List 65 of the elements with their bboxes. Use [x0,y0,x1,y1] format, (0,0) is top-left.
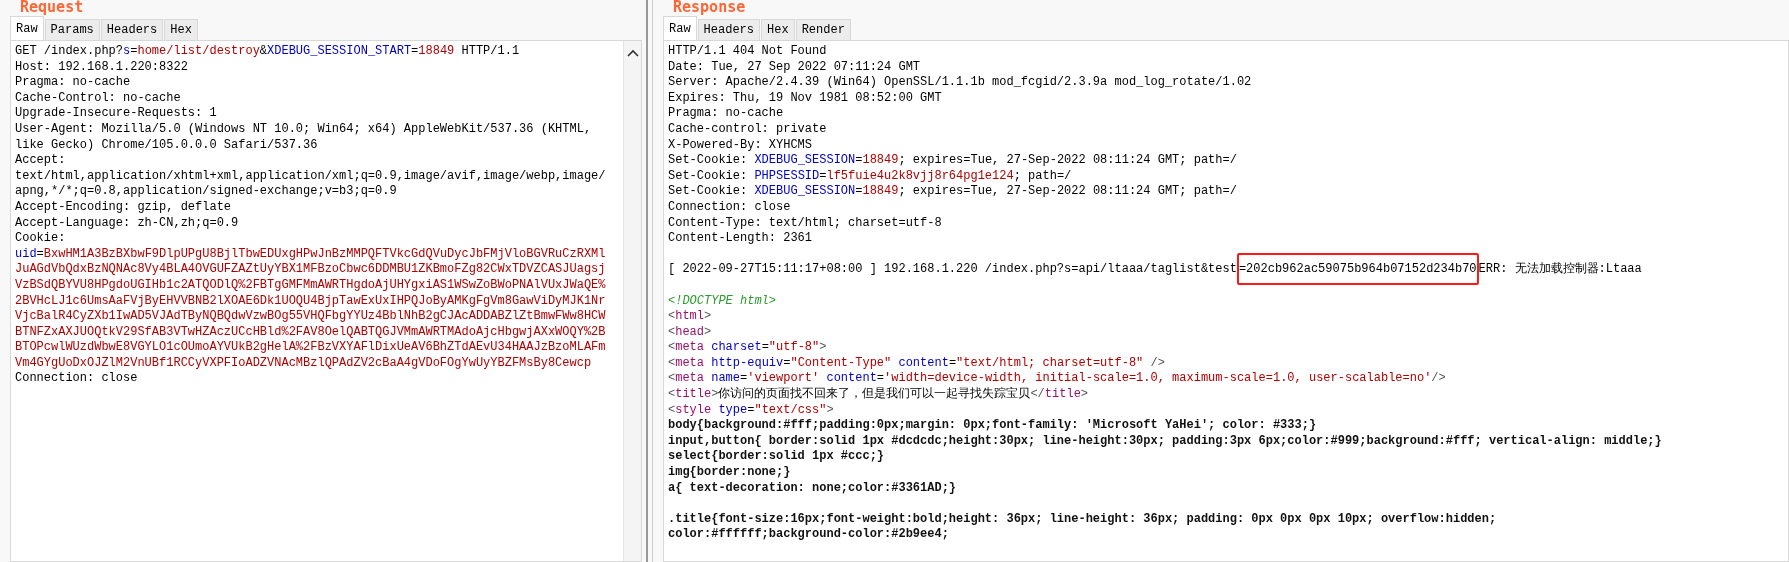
code-line: body{background:#fff;padding:0px;margin: 0px;font-family: 'Microsoft YaHei'; color: #333;} [668,418,1318,434]
code-line: <!DOCTYPE html> [668,293,778,310]
code-line: <style type="text/css"> [668,402,835,419]
scroll-up-icon[interactable] [626,49,639,57]
code-line: 2BVHcLJ1c6UmsAaFVjByEHVVBNB2lXOAE6Dk1UOQU4BjpTawExUxIHPQJoByAMKgFgVm8GawViDyMJK1Nr [15,293,607,310]
code-line: Accept-Encoding: gzip, deflate [15,199,233,216]
tab[interactable]: Raw [10,16,44,40]
code-line: Set-Cookie: XDEBUG_SESSION=18849; expires=Tue, 27-Sep-2022 08:11:24 GMT; path=/ [668,184,1238,200]
code-line: text/html,application/xhtml+xml,application/xml;q=0.9,image/avif,image/webp,image/ [15,168,607,185]
scrollbar[interactable] [623,41,641,561]
code-line: Date: Tue, 27 Sep 2022 07:11:24 GMT [668,59,922,76]
code-line: <title>你访问的页面找不回来了，但是我们可以一起寻找失踪宝贝</title> [668,387,1090,403]
code-line: like Gecko) Chrome/105.0.0.0 Safari/537.36 [15,137,319,154]
pane-title: Request [19,0,84,14]
code-line: <meta charset="utf-8"> [668,340,828,356]
code-text: ERR: 无法加载控制器:Ltaaa [1478,262,1642,277]
tab[interactable]: Raw [663,16,697,40]
code-line: VzBSdQBYVU8HPgdoUGIHb1c2ATQODlQ%2FBTgGMFMmAWRTHgdoAjUHYgxiAS1WSwZoBWoPNAlVUxJWaQE% [15,277,607,294]
code-line: Cache-control: private [668,121,828,138]
code-line: color:#ffffff;background-color:#2b9ee4; [668,527,950,543]
highlight-box: =202cb962ac59075b964b07152d234b70 [1236,253,1479,286]
code-line: X-Powered-By: XYHCMS [668,137,814,154]
code-line: Cache-Control: no-cache [15,90,182,107]
code-line: Set-Cookie: PHPSESSID=lf5fuie4u2k8vjj8r64pg1e124; path=/ [668,168,1073,185]
code-line: a{ text-decoration: none;color:#3361AD;} [668,480,958,497]
code-line: Connection: close [668,199,792,216]
tab[interactable]: Headers [100,19,164,40]
code-line: uid=BxwHM1A3BzBXbwF9DlpUPgU8BjlTbwEDUxgHPwJnBzMMPQFTVkcGdQVuDycJbFMjVloBGVRuCzRXMl [15,246,607,263]
code-line: Vm4GYgUoDxOJZlM2VnUBf1RCCyVXPFIoADZVNAcMBzlQPAdZV2cBaA4gVDoFOgYwUyYBZFMsBy8Cewcp [15,355,593,372]
code-line: BTOPcwlWUzdWbwE8VGYLO1cOUmoAYVUkB2gHelA%2FBzVXYAFlDixUeAV6BhZTdAEvU34HAAJzBzoMLAFm [15,340,607,356]
code-line: Connection: close [15,371,139,388]
code-line: <meta name='viewport' content='width=device-width, initial-scale=1.0, maximum-scale=1.0, user-scalable=no'/> [668,371,1447,387]
code-line: Set-Cookie: XDEBUG_SESSION=18849; expires=Tue, 27-Sep-2022 08:11:24 GMT; path=/ [668,153,1238,169]
code-line: JuAGdVbQdxBzNQNAc8Vy4BLA4OVGUFZAZtUyYBX1MFBzoCbwc6DDMBU1ZKBmoFZg82CWxTDVZCASJUagsj [15,262,607,278]
tab[interactable]: Hex [761,19,795,40]
tab[interactable]: Params [44,19,100,40]
tab[interactable]: Headers [697,19,761,40]
code-line: GET /index.php?s=home/list/destroy&XDEBUG_SESSION_START=18849 HTTP/1.1 [15,44,521,60]
tab[interactable]: Hex [164,19,198,40]
code-line: Accept: [15,153,67,169]
code-line: <meta http-equiv="Content-Type" content="text/html; charset=utf-8" /> [668,355,1166,372]
code-line: VjcBalR4CyZXb1IwAD5VJAdTByNQBQdwVzwBOg55VHQFbgYYUz4BblNhB2gCJAcADDABZlZtBmwFWw8HCW [15,309,607,325]
code-line: Cookie: [15,231,67,247]
code-line: img{border:none;} [668,465,792,481]
code-line: User-Agent: Mozilla/5.0 (Windows NT 10.0; Win64; x64) AppleWebKit/537.36 (KHTML, [15,121,593,138]
code-line: Expires: Thu, 19 Nov 1981 08:52:00 GMT [668,90,943,107]
code-line: .title{font-size:16px;font-weight:bold;height: 36px; line-height: 36px; padding: 0px 0px 0px 10px; overflow:hidden; [668,511,1498,528]
code-line: Server: Apache/2.4.39 (Win64) OpenSSL/1.1.1b mod_fcgid/2.3.9a mod_log_rotate/1.02 [668,75,1253,91]
pane-title: Response [672,0,746,14]
code-line: input,button{ border:solid 1px #dcdcdc;height:30px; line-height:30px; padding:3px 6px;color:#999;background:#fff; vertical-align: middle;} [668,433,1663,450]
code-line: apng,*/*;q=0.8,application/signed-exchange;v=b3;q=0.9 [15,184,398,200]
code-line: Content-Type: text/html; charset=utf-8 [668,215,943,232]
code-line: Accept-Language: zh-CN,zh;q=0.9 [15,215,240,232]
code-line: select{border:solid 1px #ccc;} [668,449,886,466]
code-line: <html> [668,309,713,325]
code-line: Pragma: no-cache [668,106,785,122]
code-line: Upgrade-Insecure-Requests: 1 [15,106,218,122]
code-line: BTNFZxAXJUOQtkV29SfAB3VTwHZAczUCcHBld%2FAV8OelQABTQGJVMmAWRTMAdoAjcHbgwjAXxWOQY%2B [15,324,607,341]
code-line: HTTP/1.1 404 Not Found [668,44,828,60]
code-line: Host: 192.168.1.220:8322 [15,59,189,76]
code-line: Content-Length: 2361 [668,231,814,247]
code-line: Pragma: no-cache [15,75,132,91]
code-line: <head> [668,324,713,341]
code-text: [ 2022-09-27T15:11:17+08:00 ] 192.168.1.220 /index.php?s=api/ltaaa/taglist&test [668,262,1237,277]
tab[interactable]: Render [795,19,851,40]
